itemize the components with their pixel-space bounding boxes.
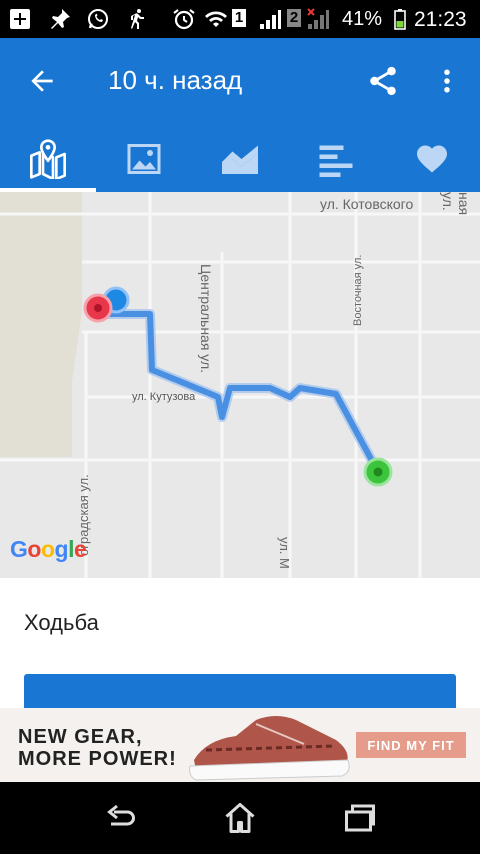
- add-icon: [10, 9, 30, 29]
- sim1-badge: 1: [232, 9, 246, 27]
- activity-summary: Ходьба: [0, 578, 480, 708]
- find-my-fit-button[interactable]: FIND MY FIT: [356, 732, 466, 758]
- map-icon: [30, 139, 66, 179]
- google-logo: Google: [10, 536, 87, 562]
- signal-sim1-icon: [260, 10, 281, 29]
- street-label: ул. Кутузова: [132, 391, 196, 403]
- share-icon[interactable]: [366, 64, 400, 98]
- runner-icon: [131, 9, 144, 29]
- alarm-icon: [173, 9, 195, 30]
- splits-icon: [319, 145, 353, 177]
- finish-marker-dot: [94, 304, 102, 312]
- start-marker-dot: [373, 467, 383, 477]
- tab-map[interactable]: [0, 126, 96, 192]
- status-bar: 1 2 41% 21:23: [0, 0, 480, 38]
- street-label: ул. Котовского: [320, 196, 414, 212]
- more-vert-icon[interactable]: [432, 64, 462, 98]
- nav-home-icon[interactable]: [222, 800, 258, 836]
- route-map[interactable]: ул. Котовского ная ул. Центральная ул. В…: [0, 192, 480, 578]
- system-nav-bar: [0, 782, 480, 854]
- street-label: Восточная ул.: [352, 254, 364, 326]
- arrow-back-icon[interactable]: [26, 65, 58, 97]
- nav-recents-icon[interactable]: [342, 800, 378, 836]
- map-canvas: [0, 192, 480, 578]
- tab-bar: [0, 126, 480, 192]
- battery-percent: 41%: [342, 8, 383, 30]
- sim2-badge: 2: [287, 9, 301, 27]
- ad-headline: NEW GEAR, MORE POWER!: [18, 726, 177, 770]
- whatsapp-icon: [88, 9, 108, 29]
- shoe-image: [189, 716, 350, 781]
- street-label: ул. М: [277, 537, 292, 569]
- ad-banner[interactable]: NEW GEAR, MORE POWER! FIND MY FIT: [0, 708, 480, 782]
- page-title: 10 ч. назад: [108, 65, 243, 95]
- tab-splits[interactable]: [288, 126, 384, 192]
- tab-charts[interactable]: [192, 126, 288, 192]
- street-label: Центральная ул.: [198, 264, 214, 374]
- image-icon: [127, 144, 161, 174]
- ad-headline-line1: NEW GEAR,: [18, 726, 143, 748]
- tab-favorite[interactable]: [384, 126, 480, 192]
- street-label: ная ул.: [440, 192, 472, 216]
- battery-icon: [394, 9, 406, 30]
- pin-icon: [51, 9, 70, 29]
- activity-type: Ходьба: [24, 610, 99, 635]
- activity-stats-card[interactable]: [24, 674, 456, 708]
- signal-sim2-icon: [307, 8, 329, 29]
- app-bar: 10 ч. назад: [0, 38, 480, 192]
- wifi-icon: [205, 11, 227, 27]
- map-land-area: [0, 192, 82, 457]
- heart-icon: [417, 145, 447, 173]
- ad-headline-line2: MORE POWER!: [18, 748, 177, 770]
- status-time: 21:23: [414, 8, 467, 31]
- nav-back-icon[interactable]: [102, 800, 138, 836]
- chart-icon: [222, 145, 258, 174]
- tab-photos[interactable]: [96, 126, 192, 192]
